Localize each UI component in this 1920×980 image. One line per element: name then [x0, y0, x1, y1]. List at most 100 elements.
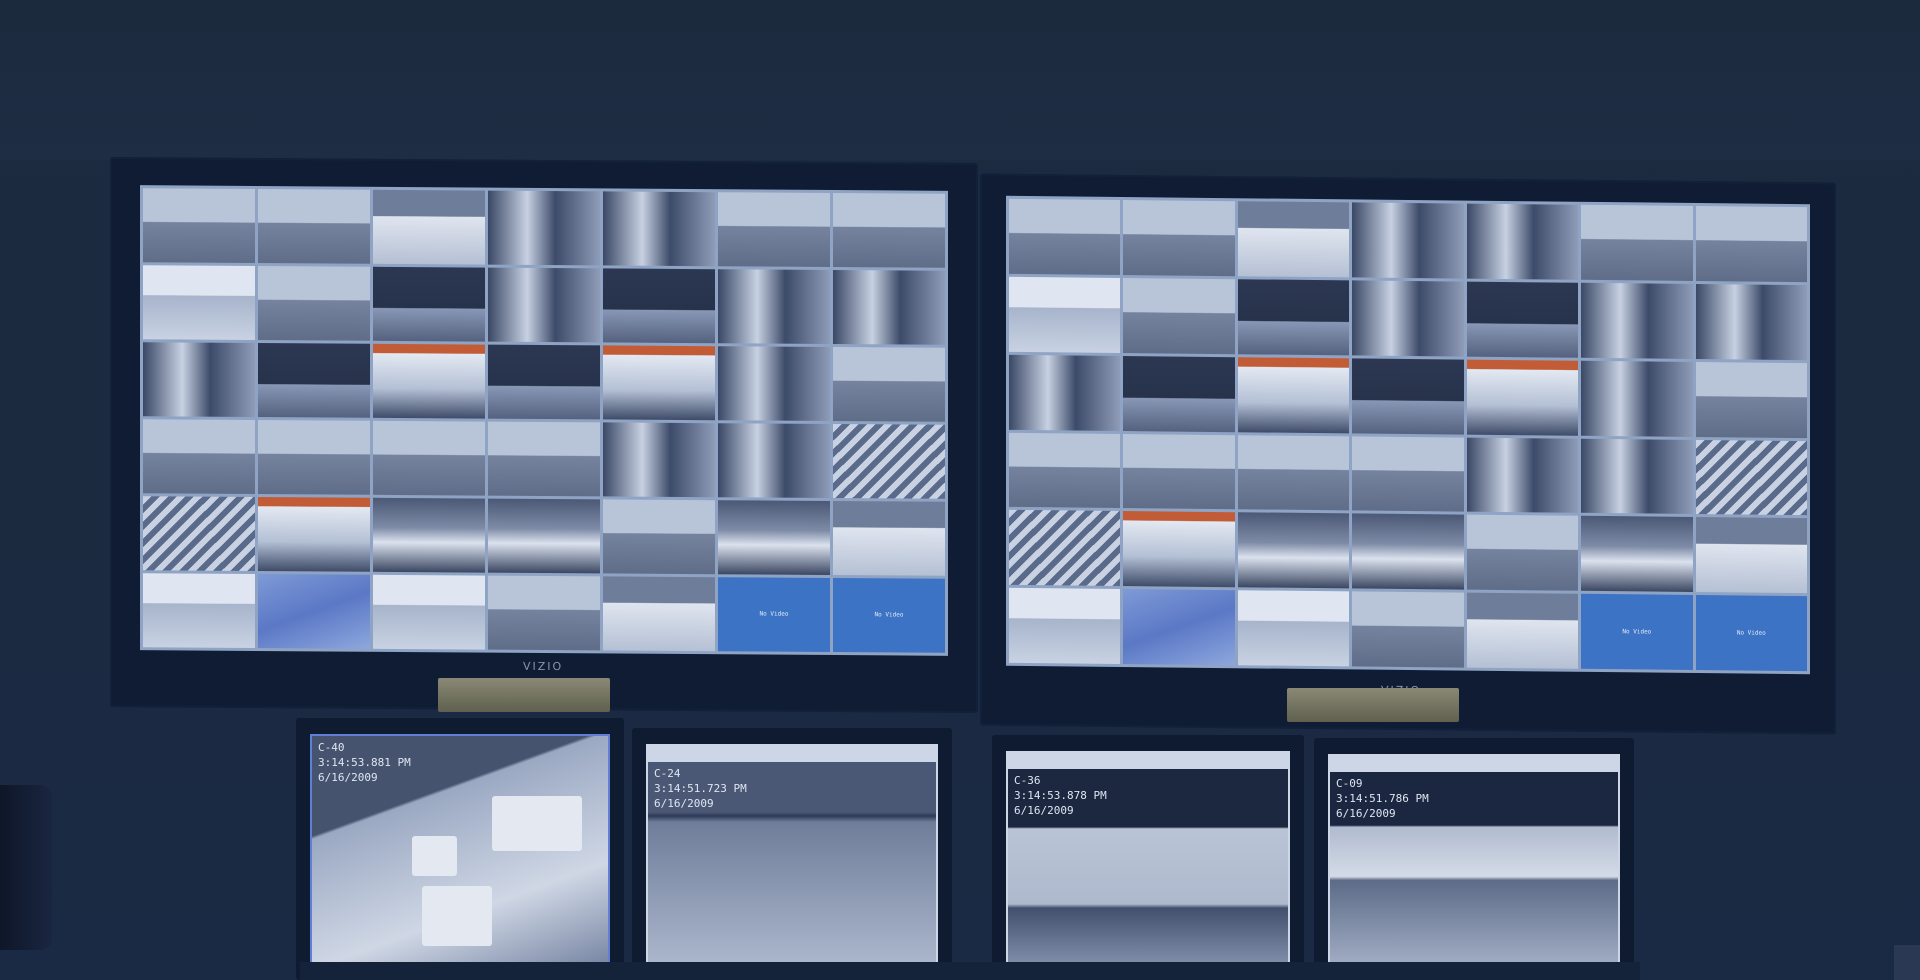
camera-date: 6/16/2009 — [1014, 804, 1074, 817]
camera-tile — [373, 266, 485, 342]
camera-tile — [258, 343, 370, 418]
camera-tile — [603, 576, 715, 652]
camera-time: 3:14:51.723 PM — [654, 782, 747, 795]
camera-date: 6/16/2009 — [654, 797, 714, 810]
camera-tile — [1466, 359, 1579, 436]
lower-monitor-c09: C-09 3:14:51.786 PM 6/16/2009 — [1314, 738, 1634, 980]
camera-tile — [373, 343, 485, 419]
camera-tile — [603, 345, 715, 421]
camera-feed: C-40 3:14:53.881 PM 6/16/2009 — [310, 734, 610, 964]
parked-van — [422, 886, 492, 946]
no-video-label: No Video — [1622, 628, 1652, 636]
camera-tile — [1581, 438, 1693, 515]
camera-id: C-24 — [654, 767, 681, 780]
camera-tile — [1695, 283, 1807, 360]
camera-tile — [1009, 587, 1121, 664]
lower-monitor-c24: C-24 3:14:51.723 PM 6/16/2009 — [632, 728, 952, 980]
camera-tile — [603, 268, 715, 344]
delivery-van — [492, 796, 582, 851]
camera-tile — [1237, 201, 1350, 278]
left-large-monitor: No Video No Video VIZIO — [110, 156, 978, 714]
camera-tile — [1237, 279, 1350, 356]
camera-tile — [373, 420, 485, 496]
camera-tile — [373, 574, 485, 650]
camera-tile — [258, 574, 370, 649]
lower-monitor-c40: C-40 3:14:53.881 PM 6/16/2009 — [296, 718, 624, 980]
camera-tile — [1237, 434, 1350, 511]
camera-id: C-09 — [1336, 777, 1363, 790]
camera-feed: C-24 3:14:51.723 PM 6/16/2009 — [646, 744, 938, 964]
wall — [0, 0, 1920, 160]
camera-tile — [1009, 510, 1121, 587]
camera-tile — [833, 270, 945, 345]
no-video-tile: No Video — [718, 577, 830, 652]
camera-tile — [488, 344, 600, 420]
camera-tile — [1466, 592, 1579, 669]
camera-tile — [1123, 200, 1235, 277]
camera-tile — [1695, 439, 1807, 516]
camera-tile — [718, 269, 830, 344]
camera-tile — [1009, 198, 1121, 275]
camera-tile — [1352, 202, 1464, 279]
camera-tile — [1009, 432, 1121, 509]
camera-tile — [1581, 516, 1693, 593]
camera-tile — [488, 421, 600, 497]
right-large-monitor: No VideoNo Video VIZIO — [980, 173, 1836, 735]
camera-tile — [718, 346, 830, 421]
camera-tile — [143, 573, 255, 648]
camera-tile — [1237, 356, 1350, 433]
monitor-base-bar — [300, 962, 1640, 980]
camera-date: 6/16/2009 — [1336, 807, 1396, 820]
camera-tile — [258, 420, 370, 495]
camera-tile — [603, 191, 715, 267]
camera-tile — [1352, 280, 1464, 357]
camera-tile — [1466, 514, 1579, 591]
monitor-brand: VIZIO — [523, 659, 564, 674]
camera-tile — [488, 190, 600, 266]
camera-tile — [1581, 204, 1693, 281]
camera-tile — [1695, 361, 1807, 438]
left-camera-grid: No Video No Video — [140, 185, 948, 656]
camera-tile — [1581, 360, 1693, 437]
camera-tile — [1695, 206, 1807, 283]
camera-id: C-40 — [318, 741, 345, 754]
camera-tile — [258, 189, 370, 264]
camera-tile — [143, 419, 255, 494]
camera-tile — [718, 192, 830, 267]
camera-tile — [1237, 590, 1350, 667]
camera-tile — [143, 265, 255, 340]
no-video-label: No Video — [1736, 629, 1766, 637]
no-video-tile: No Video — [833, 578, 945, 653]
camera-tile — [1009, 276, 1121, 353]
right-monitor-stand — [1287, 688, 1459, 722]
camera-tile — [1466, 203, 1579, 280]
camera-tile — [1237, 512, 1350, 589]
camera-tile — [1352, 513, 1464, 590]
parked-car — [412, 836, 457, 876]
camera-tile — [718, 423, 830, 498]
camera-tile — [603, 499, 715, 575]
no-video-tile: No Video — [1581, 593, 1693, 670]
camera-tile — [1009, 354, 1121, 431]
camera-tile — [1581, 282, 1693, 359]
camera-feed: C-36 3:14:53.878 PM 6/16/2009 — [1006, 751, 1290, 964]
camera-tile — [488, 498, 600, 574]
surveillance-wall-photo: No Video No Video VIZIO No Video No Video … — [0, 0, 1920, 980]
camera-time: 3:14:53.878 PM — [1014, 789, 1107, 802]
camera-tile — [258, 497, 370, 572]
camera-time: 3:14:53.881 PM — [318, 756, 411, 769]
camera-tile — [1352, 591, 1464, 668]
camera-tile — [1123, 355, 1235, 432]
camera-feed: C-09 3:14:51.786 PM 6/16/2009 — [1328, 754, 1620, 964]
camera-tile — [143, 342, 255, 417]
side-object — [1894, 945, 1920, 980]
camera-tile — [603, 422, 715, 498]
right-camera-grid: No Video No Video — [1006, 195, 1810, 675]
camera-tile — [1695, 517, 1807, 594]
camera-tile — [1466, 437, 1579, 514]
lower-monitor-c36: C-36 3:14:53.878 PM 6/16/2009 — [992, 735, 1304, 980]
camera-tile — [1123, 511, 1235, 588]
camera-tile — [1123, 277, 1235, 354]
camera-date: 6/16/2009 — [318, 771, 378, 784]
camera-tile — [1352, 358, 1464, 435]
